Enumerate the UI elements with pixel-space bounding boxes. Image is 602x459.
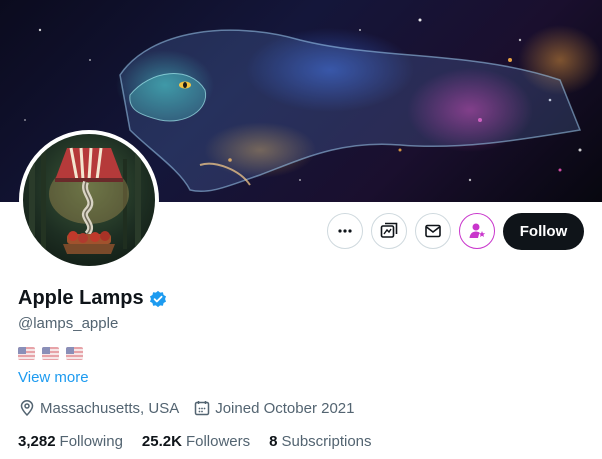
profile-stats: 3,282 Following 25.2K Followers 8 Subscript… <box>18 433 372 450</box>
us-flag-icon <box>66 347 83 360</box>
joined-text: Joined October 2021 <box>215 399 355 417</box>
grok-icon <box>380 222 398 238</box>
following-label: Following <box>59 433 123 450</box>
verified-badge-icon[interactable] <box>149 290 167 308</box>
subscriptions-label: Subscriptions <box>281 433 372 450</box>
location-pin-icon <box>20 400 34 417</box>
followers-count: 25.2K <box>141 433 182 450</box>
following-count: 3,282 <box>18 433 56 450</box>
following-link[interactable]: 3,282 Following <box>18 433 123 450</box>
subscribe-icon <box>469 223 486 238</box>
location: Massachusetts, USA <box>18 399 179 417</box>
subscribe-button[interactable] <box>459 213 495 249</box>
follow-button[interactable]: Follow <box>503 213 584 250</box>
followers-label: Followers <box>185 433 251 450</box>
view-more-link[interactable]: View more <box>18 369 89 386</box>
more-button[interactable] <box>327 213 363 249</box>
message-icon <box>425 224 441 238</box>
calendar-icon <box>194 401 210 416</box>
subscriptions-count: 8 <box>269 433 278 450</box>
bio-flags <box>18 347 83 360</box>
us-flag-icon <box>42 347 59 360</box>
more-icon <box>338 229 352 233</box>
lamp-artwork <box>29 144 141 254</box>
us-flag-icon <box>18 347 35 360</box>
display-name: Apple Lamps <box>18 287 144 309</box>
avatar[interactable] <box>19 130 159 270</box>
joined-date: Joined October 2021 <box>193 399 354 417</box>
profile-meta: Massachusetts, USA Joined October 2021 <box>18 399 354 417</box>
grok-button[interactable] <box>371 213 407 249</box>
subscriptions-link[interactable]: 8 Subscriptions <box>269 433 371 450</box>
followers-link[interactable]: 25.2K Followers <box>142 433 250 450</box>
handle: @lamps_apple <box>18 315 119 332</box>
message-button[interactable] <box>415 213 451 249</box>
location-text: Massachusetts, USA <box>40 399 180 417</box>
